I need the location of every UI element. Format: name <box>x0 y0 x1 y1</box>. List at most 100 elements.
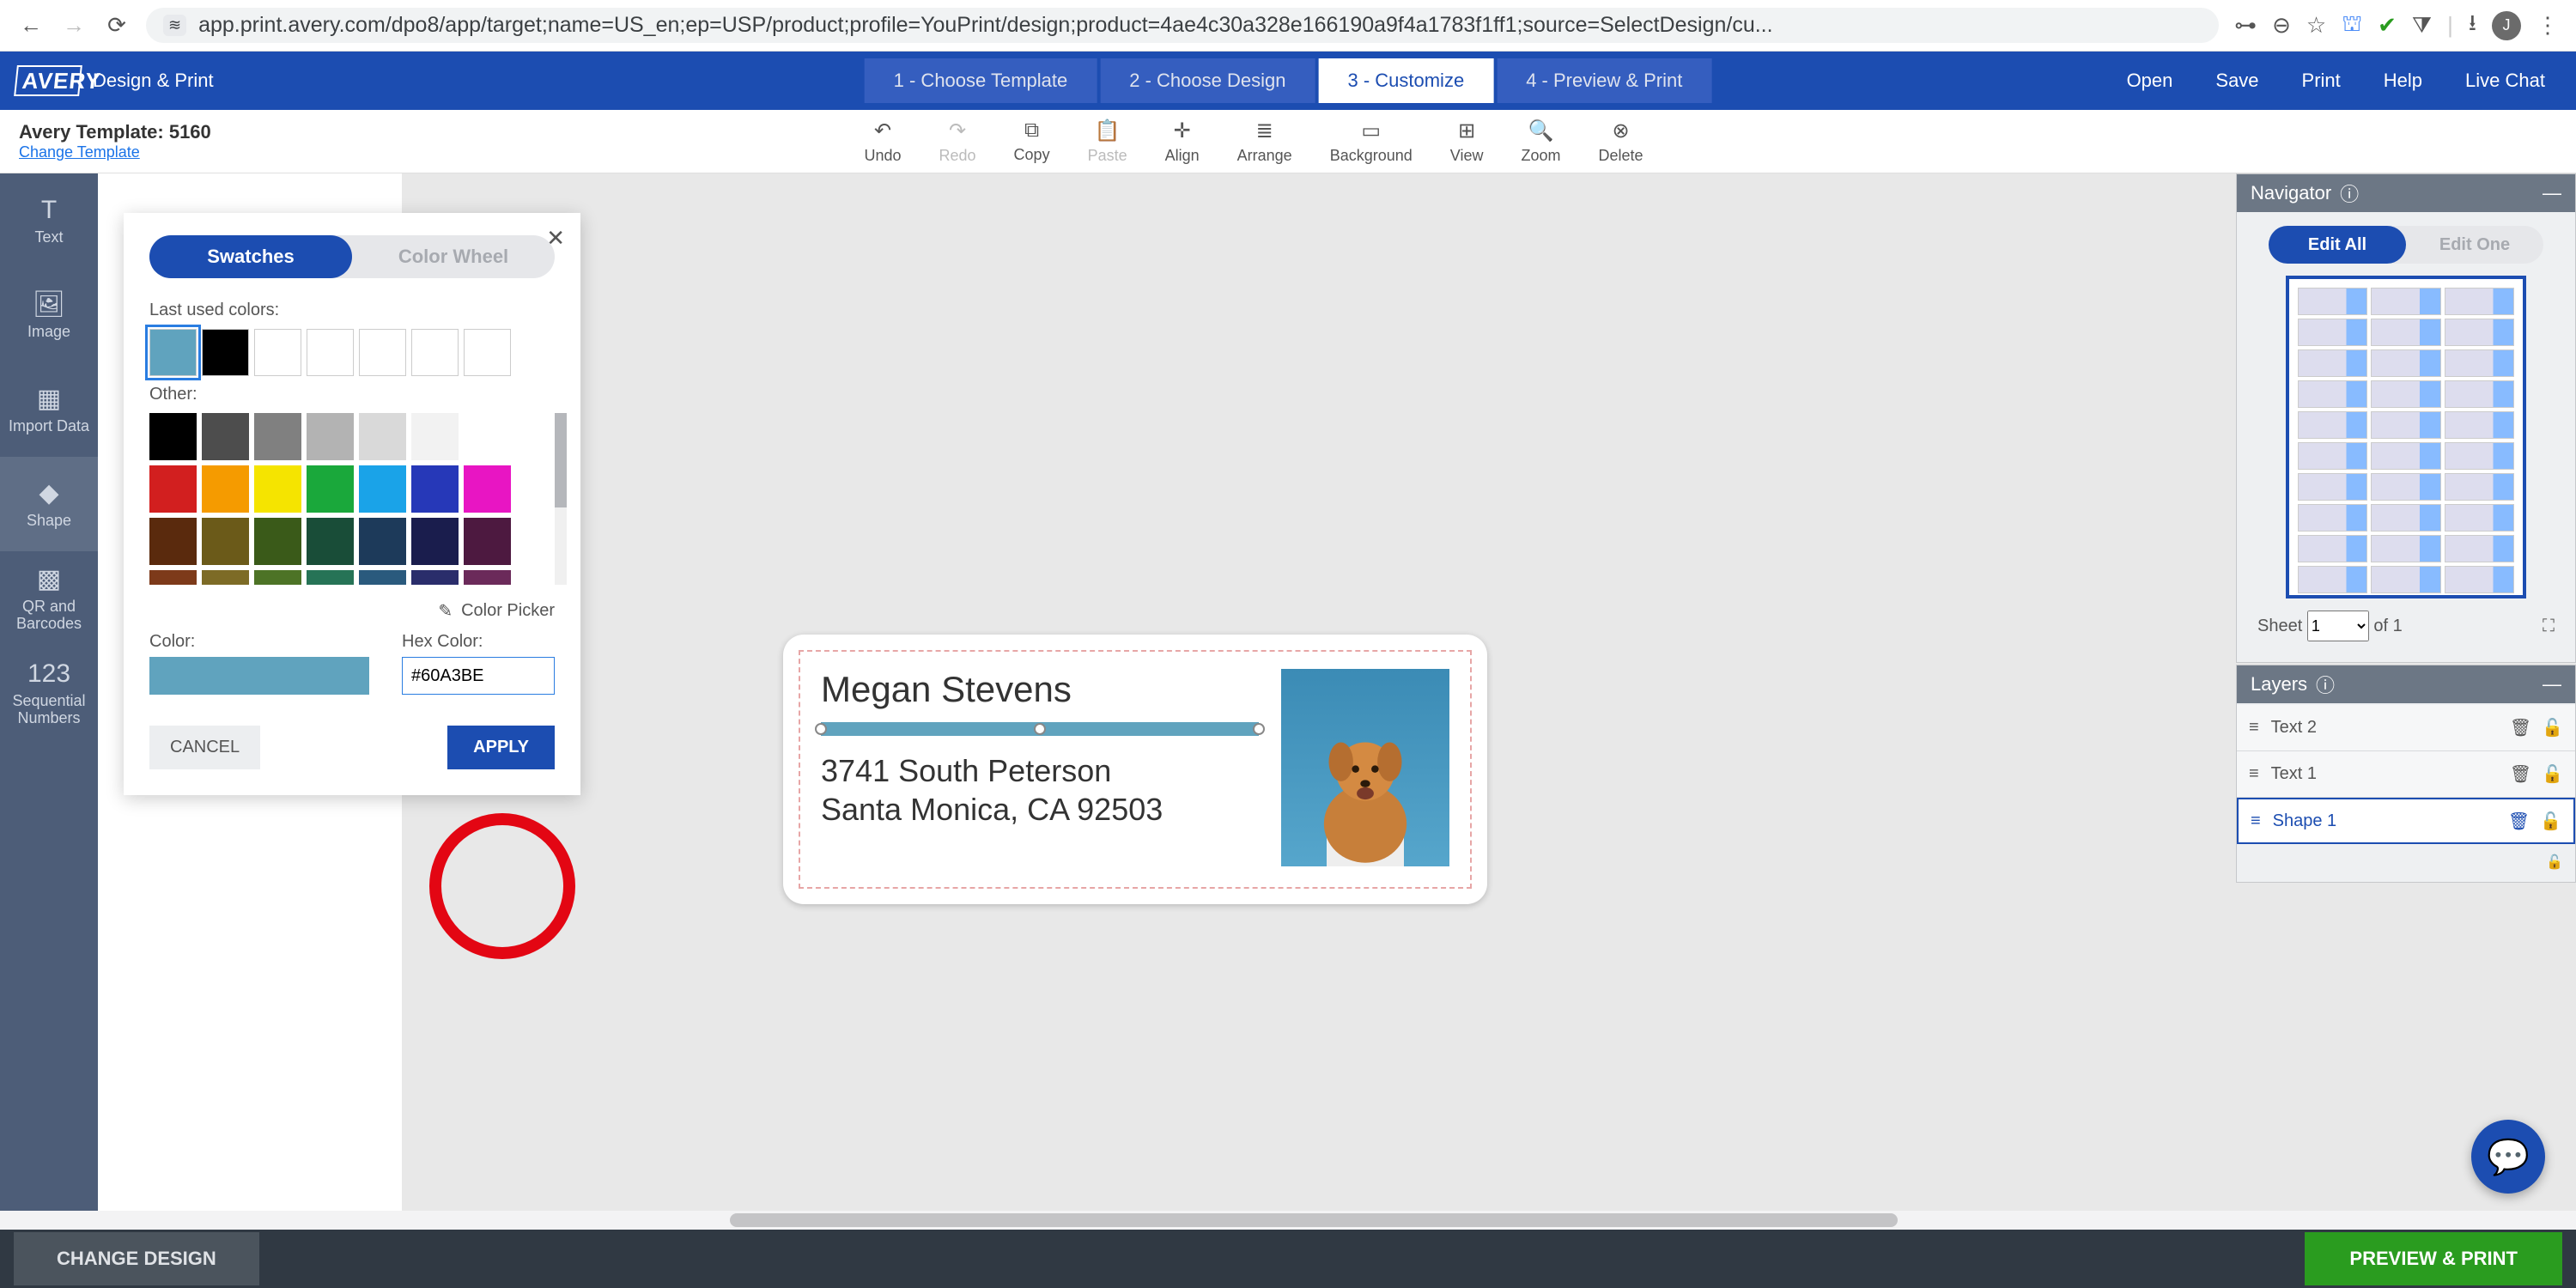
swatch[interactable] <box>464 518 511 565</box>
swatch[interactable] <box>254 465 301 513</box>
swatch[interactable] <box>411 518 459 565</box>
arrange-button[interactable]: ≣Arrange <box>1237 118 1292 165</box>
swatch[interactable] <box>359 465 406 513</box>
paste-button[interactable]: 📋Paste <box>1088 118 1127 165</box>
swatch[interactable] <box>307 329 354 376</box>
extension-icon-1[interactable]: ⛫ <box>2342 10 2362 40</box>
profile-avatar[interactable]: J <box>2492 11 2521 40</box>
swatch[interactable] <box>359 413 406 460</box>
step-choose-template[interactable]: 1 - Choose Template <box>865 58 1097 103</box>
swatch[interactable] <box>307 518 354 565</box>
swatch[interactable] <box>202 570 249 585</box>
canvas-horizontal-scrollbar[interactable] <box>0 1211 2576 1230</box>
site-settings-icon[interactable]: ≋ <box>163 15 186 36</box>
swatch[interactable] <box>149 329 197 376</box>
back-button[interactable]: ← <box>17 12 45 39</box>
sheet-thumbnail[interactable] <box>2286 276 2526 598</box>
align-button[interactable]: ✛Align <box>1165 118 1200 165</box>
help-link[interactable]: Help <box>2384 70 2422 92</box>
trash-icon[interactable]: 🗑 <box>2508 811 2530 832</box>
live-chat-link[interactable]: Live Chat <box>2465 70 2545 92</box>
swatch[interactable] <box>254 518 301 565</box>
swatch[interactable] <box>464 413 511 460</box>
trash-icon[interactable]: 🗑 <box>2510 717 2531 738</box>
swatch[interactable] <box>411 465 459 513</box>
hex-color-input[interactable] <box>402 657 555 695</box>
swatch[interactable] <box>411 413 459 460</box>
swatch[interactable] <box>307 465 354 513</box>
undo-button[interactable]: ↶Undo <box>864 118 901 165</box>
preview-print-button[interactable]: PREVIEW & PRINT <box>2305 1232 2562 1285</box>
swatch[interactable] <box>202 329 249 376</box>
swatch[interactable] <box>149 465 197 513</box>
tool-text[interactable]: TText <box>0 173 98 268</box>
color-picker-link[interactable]: ✎ Color Picker <box>149 600 555 622</box>
label-preview[interactable]: Megan Stevens 3741 South Peterson Santa … <box>783 635 1487 904</box>
swatch[interactable] <box>149 570 197 585</box>
tab-color-wheel[interactable]: Color Wheel <box>352 235 555 278</box>
swatch[interactable] <box>307 413 354 460</box>
change-template-link[interactable]: Change Template <box>19 143 211 161</box>
key-icon[interactable]: ⊶ <box>2234 12 2257 39</box>
swatch[interactable] <box>307 570 354 585</box>
minimize-icon[interactable]: — <box>2543 182 2561 204</box>
lock-all-icon[interactable]: 🔓 <box>2546 854 2563 871</box>
minimize-icon[interactable]: — <box>2543 673 2561 696</box>
swatch[interactable] <box>149 413 197 460</box>
swatch[interactable] <box>202 518 249 565</box>
info-icon[interactable]: ⓘ <box>2316 671 2335 698</box>
swatch[interactable] <box>254 329 301 376</box>
layer-item[interactable]: ≡ Text 1 🗑🔓 <box>2237 751 2575 798</box>
resize-handle-middle[interactable] <box>1034 723 1046 735</box>
forward-button[interactable]: → <box>60 12 88 39</box>
expand-sheet-icon[interactable]: ⛶ <box>2543 617 2555 636</box>
resize-handle-left[interactable] <box>815 723 827 735</box>
swatch[interactable] <box>149 518 197 565</box>
cancel-button[interactable]: CANCEL <box>149 726 260 769</box>
close-icon[interactable]: ✕ <box>546 225 565 252</box>
view-button[interactable]: ⊞View <box>1450 118 1484 165</box>
redo-button[interactable]: ↷Redo <box>939 118 976 165</box>
layer-item-selected[interactable]: ≡ Shape 1 🗑🔓 <box>2237 798 2575 844</box>
extensions-icon[interactable]: ⧩ <box>2412 12 2432 39</box>
chat-fab[interactable]: 💬 <box>2471 1120 2545 1194</box>
selected-shape-bar[interactable] <box>821 722 1259 736</box>
tool-shape[interactable]: ◆Shape <box>0 457 98 551</box>
zoom-out-icon[interactable]: ⊖ <box>2272 12 2291 39</box>
tool-sequential-numbers[interactable]: 123Sequential Numbers <box>0 646 98 740</box>
print-link[interactable]: Print <box>2302 70 2341 92</box>
step-choose-design[interactable]: 2 - Choose Design <box>1100 58 1315 103</box>
download-icon[interactable]: ⭳ <box>2469 7 2476 45</box>
bookmark-icon[interactable]: ☆ <box>2306 12 2326 39</box>
tool-image[interactable]: 🖼Image <box>0 268 98 362</box>
swatch[interactable] <box>202 465 249 513</box>
swatch[interactable] <box>202 413 249 460</box>
tool-import-data[interactable]: ▦Import Data <box>0 362 98 457</box>
step-customize[interactable]: 3 - Customize <box>1318 58 1493 103</box>
lock-icon[interactable]: 🔓 <box>2542 763 2563 785</box>
tab-swatches[interactable]: Swatches <box>149 235 352 278</box>
lock-icon[interactable]: 🔓 <box>2542 717 2563 738</box>
save-link[interactable]: Save <box>2215 70 2258 92</box>
address-bar[interactable]: ≋ app.print.avery.com/dpo8/app/target;na… <box>146 8 2219 43</box>
sheet-select[interactable]: 1 <box>2307 611 2369 641</box>
background-button[interactable]: ▭Background <box>1330 118 1413 165</box>
apply-button[interactable]: APPLY <box>447 726 555 769</box>
label-address[interactable]: 3741 South Peterson Santa Monica, CA 925… <box>821 751 1259 829</box>
label-name[interactable]: Megan Stevens <box>821 669 1259 710</box>
swatch[interactable] <box>411 329 459 376</box>
copy-button[interactable]: ⧉Copy <box>1014 118 1050 165</box>
edit-all-toggle[interactable]: Edit All <box>2269 226 2406 264</box>
swatch[interactable] <box>254 413 301 460</box>
zoom-button[interactable]: 🔍Zoom <box>1521 118 1560 165</box>
lock-icon[interactable]: 🔓 <box>2540 811 2561 832</box>
info-icon[interactable]: ⓘ <box>2340 179 2359 207</box>
step-preview-print[interactable]: 4 - Preview & Print <box>1497 58 1711 103</box>
swatch[interactable] <box>464 465 511 513</box>
reload-button[interactable]: ⟳ <box>103 12 131 39</box>
layer-item[interactable]: ≡ Text 2 🗑🔓 <box>2237 705 2575 751</box>
swatch[interactable] <box>359 518 406 565</box>
resize-handle-right[interactable] <box>1253 723 1265 735</box>
delete-button[interactable]: ⊗Delete <box>1598 118 1643 165</box>
swatch[interactable] <box>464 570 511 585</box>
